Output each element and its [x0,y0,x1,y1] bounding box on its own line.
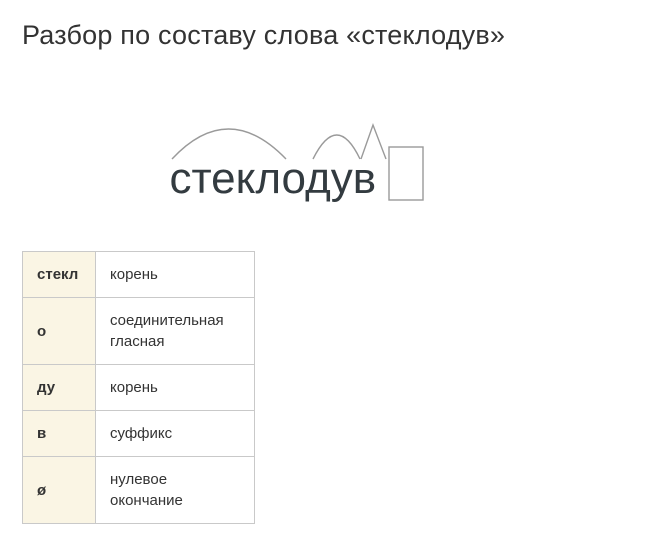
morpheme-part: стекл [23,252,96,298]
morpheme-part: о [23,298,96,365]
page-title: Разбор по составу слова «стеклодув» [22,20,637,51]
morpheme-part: ду [23,365,96,411]
word-suffix: в [353,154,376,203]
word-root1: стекл [170,154,282,203]
morpheme-desc: корень [96,252,255,298]
null-ending-box-icon [389,147,423,200]
table-row: стекл корень [23,252,255,298]
morpheme-part: ø [23,457,96,524]
table-row: ø нулевое окончание [23,457,255,524]
word-root2: ду [305,154,353,203]
word-connective: о [282,154,306,203]
analyzed-word: стеклодув [170,157,377,201]
morpheme-desc: суффикс [96,411,255,457]
morpheme-part: в [23,411,96,457]
word-diagram: стеклодув [170,101,490,201]
morpheme-desc: корень [96,365,255,411]
table-row: ду корень [23,365,255,411]
morpheme-desc: нулевое окончание [96,457,255,524]
morpheme-desc: соединительная гласная [96,298,255,365]
table-row: о соединительная гласная [23,298,255,365]
morpheme-table: стекл корень о соединительная гласная ду… [22,251,255,524]
table-row: в суффикс [23,411,255,457]
